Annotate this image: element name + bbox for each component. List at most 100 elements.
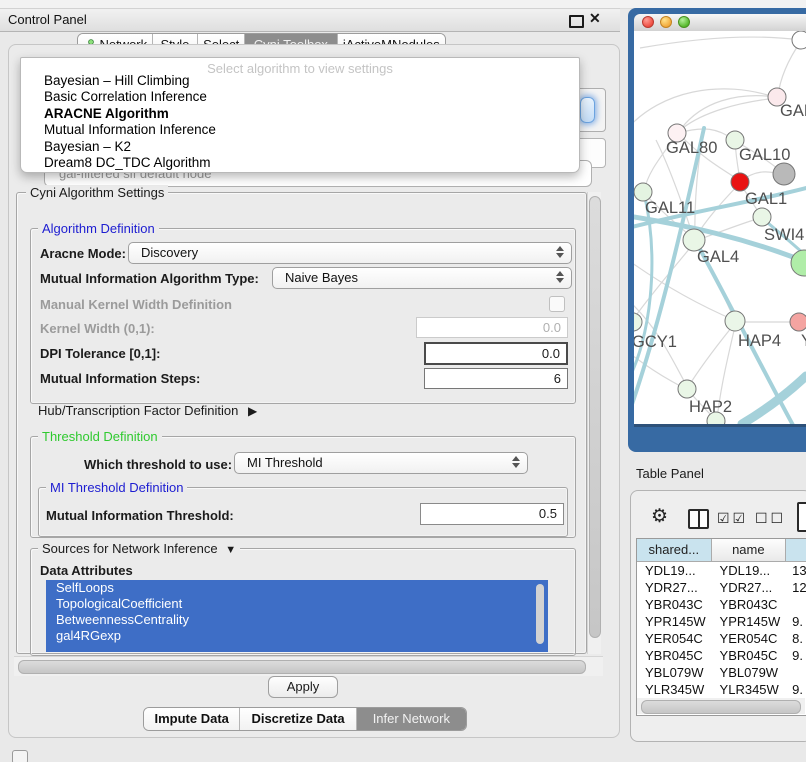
data-attributes-label: Data Attributes (40, 563, 133, 578)
mi-steps-label: Mutual Information Steps: (40, 371, 200, 386)
mi-threshold-input[interactable]: 0.5 (420, 503, 564, 525)
table-row[interactable]: YER054C YER054C 8. (637, 630, 806, 647)
settings-vertical-scrollbar[interactable] (587, 192, 601, 654)
apply-button[interactable]: Apply (268, 676, 338, 698)
stepper-icon[interactable] (556, 246, 564, 258)
node[interactable] (773, 163, 795, 185)
cell: 13 (786, 562, 806, 579)
table-row[interactable]: YBR043C YBR043C (637, 596, 806, 613)
dropdown-item[interactable]: Bayesian – K2 (24, 139, 576, 155)
cell: YBR043C (637, 596, 712, 613)
gear-icon[interactable]: ⚙ (651, 505, 668, 528)
kernel-width-input[interactable]: 0.0 (416, 317, 568, 338)
mi-type-select[interactable]: Naive Bayes (272, 267, 572, 289)
dropdown-item[interactable]: Mutual Information Inference (24, 122, 576, 138)
cell: YBR043C (712, 596, 787, 613)
cyni-settings-group-title: Cyni Algorithm Settings (26, 185, 168, 200)
zoom-window-icon[interactable] (678, 16, 690, 28)
close-window-icon[interactable] (642, 16, 654, 28)
bottom-tabbar: Impute Data Discretize Data Infer Networ… (143, 707, 467, 731)
cell: YER054C (637, 630, 712, 647)
node-hap2[interactable] (678, 380, 696, 398)
deselect-all-checkboxes-icon[interactable]: ☐☐ (755, 510, 786, 527)
close-panel-icon[interactable]: ✕ (589, 10, 601, 27)
list-item[interactable]: TopologicalCoefficient (46, 596, 548, 612)
table-row[interactable]: YBR045C YBR045C 9. (637, 647, 806, 664)
select-all-checkboxes-icon[interactable]: ☑☑ (717, 510, 748, 527)
table-horizontal-scrollbar-thumb[interactable] (641, 700, 801, 714)
network-window-titlebar[interactable] (634, 14, 806, 32)
float-panel-icon[interactable] (569, 15, 584, 28)
cell: YDR27... (712, 579, 787, 596)
node-label: SWI4 (764, 226, 804, 244)
node-swi4[interactable] (753, 208, 771, 226)
node-gal1[interactable] (731, 173, 749, 191)
stepper-icon[interactable] (512, 456, 520, 468)
settings-horizontal-scrollbar-thumb[interactable] (18, 660, 586, 674)
focused-combo-stepper[interactable] (580, 97, 595, 123)
document-icon[interactable] (797, 502, 806, 532)
column-header-shared-name[interactable]: shared... (637, 539, 712, 562)
dpi-tolerance-input[interactable]: 0.0 (424, 342, 568, 365)
which-threshold-select[interactable]: MI Threshold (234, 452, 528, 474)
dropdown-item[interactable]: Bayesian – Hill Climbing (24, 73, 576, 89)
node-gcy1[interactable] (634, 313, 642, 331)
node-label: GAL10 (739, 146, 790, 164)
aracne-mode-label: Aracne Mode: (40, 246, 126, 261)
node-table: shared... name YDL19... YDL19... 13 YDR2… (636, 538, 806, 716)
expanded-arrow-icon[interactable]: ▼ (225, 544, 236, 556)
tab-discretize-data[interactable]: Discretize Data (240, 708, 356, 730)
data-attributes-list[interactable]: SelfLoops TopologicalCoefficient Between… (46, 580, 548, 652)
node-label: GAL (780, 102, 806, 120)
minimize-window-icon[interactable] (660, 16, 672, 28)
manual-kernel-label: Manual Kernel Width Definition (40, 297, 232, 312)
list-item[interactable]: SelfLoops (46, 580, 548, 596)
node[interactable] (792, 31, 806, 49)
aracne-mode-select[interactable]: Discovery (128, 242, 572, 264)
tab-discretize-data-label: Discretize Data (251, 708, 344, 730)
cell: YLR345W (637, 681, 712, 698)
list-item[interactable]: gal4RGexp (46, 628, 548, 644)
node[interactable] (790, 313, 806, 331)
table-row[interactable]: YDR27... YDR27... 12 (637, 579, 806, 596)
node-label: GAL1 (745, 190, 787, 208)
table-horizontal-scrollbar[interactable] (637, 698, 805, 714)
tab-infer-network[interactable]: Infer Network (357, 708, 466, 730)
table-header-row: shared... name (637, 539, 806, 562)
dropdown-item[interactable]: Dream8 DC_TDC Algorithm (24, 155, 576, 171)
list-item[interactable]: BetweennessCentrality (46, 612, 548, 628)
settings-horizontal-scrollbar[interactable] (14, 656, 603, 676)
cell: YDR27... (637, 579, 712, 596)
column-header-partial[interactable] (786, 539, 806, 562)
mi-steps-input[interactable]: 6 (424, 368, 568, 389)
collapsed-arrow-icon[interactable]: ▶ (248, 404, 257, 418)
tab-impute-data[interactable]: Impute Data (144, 708, 240, 730)
column-header-name[interactable]: name (712, 539, 787, 562)
dropdown-item[interactable]: Basic Correlation Inference (24, 89, 576, 105)
tab-impute-data-label: Impute Data (155, 708, 229, 730)
columns-icon[interactable] (688, 509, 709, 529)
mi-type-label: Mutual Information Algorithm Type: (40, 271, 259, 286)
list-scrollbar[interactable] (536, 584, 544, 644)
sources-group-toggle[interactable]: Sources for Network Inference ▼ (38, 541, 240, 556)
settings-vertical-scrollbar-thumb[interactable] (589, 196, 601, 638)
panel-grip-icon[interactable] (12, 750, 28, 762)
network-canvas-shadow (634, 424, 806, 427)
cell: YDL19... (637, 562, 712, 579)
stepper-icon[interactable] (556, 271, 564, 283)
control-panel-header: Control Panel ✕ (0, 8, 620, 32)
dropdown-item-selected[interactable]: ARACNE Algorithm (24, 106, 576, 122)
hub-section-toggle[interactable]: Hub/Transcription Factor Definition ▶ (38, 403, 257, 418)
manual-kernel-checkbox[interactable] (549, 296, 565, 312)
node-hap4[interactable] (725, 311, 745, 331)
cell (786, 664, 806, 681)
hub-section-label: Hub/Transcription Factor Definition (38, 403, 238, 418)
node[interactable] (791, 250, 806, 276)
table-row[interactable]: YBL079W YBL079W (637, 664, 806, 681)
table-row[interactable]: YDL19... YDL19... 13 (637, 562, 806, 579)
table-row[interactable]: YPR145W YPR145W 9. (637, 613, 806, 630)
cell: YBL079W (637, 664, 712, 681)
table-row[interactable]: YLR345W YLR345W 9. (637, 681, 806, 698)
mi-type-value: Naive Bayes (285, 270, 358, 285)
cell: 12 (786, 579, 806, 596)
